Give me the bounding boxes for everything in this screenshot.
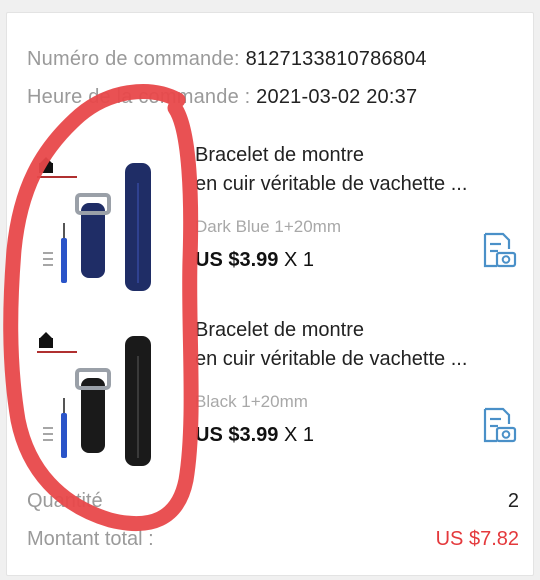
price-value: US $3.99 bbox=[195, 249, 279, 271]
product-image[interactable] bbox=[37, 143, 202, 293]
genuine-leather-logo bbox=[37, 332, 77, 353]
genuine-leather-logo bbox=[37, 157, 77, 178]
product-variant: Black 1+20mm bbox=[195, 392, 308, 411]
total-row: Montant total : US $7.82 bbox=[27, 528, 519, 552]
product-image[interactable] bbox=[37, 318, 202, 468]
product-title[interactable]: Bracelet de montre en cuir véritable de … bbox=[195, 141, 467, 199]
order-card: Numéro de commande: 8127133810786804 Heu… bbox=[6, 12, 534, 576]
order-time-value: 2021-03-02 20:37 bbox=[256, 86, 418, 108]
product-price: US $3.99 X 1 bbox=[195, 424, 314, 447]
screwdriver-icon bbox=[43, 398, 67, 458]
total-value: US $7.82 bbox=[435, 528, 519, 550]
product-variant: Dark Blue 1+20mm bbox=[195, 217, 341, 236]
product-item[interactable]: Bracelet de montre en cuir véritable de … bbox=[7, 308, 533, 478]
price-value: US $3.99 bbox=[195, 424, 279, 446]
snapshot-button[interactable] bbox=[481, 406, 517, 444]
order-time-label: Heure de la commande : bbox=[27, 86, 251, 108]
order-number-label: Numéro de commande: bbox=[27, 48, 240, 70]
watch-strap-short bbox=[75, 368, 111, 453]
quantity-value: X 1 bbox=[283, 249, 314, 271]
quantity-label: Quantité bbox=[27, 490, 103, 512]
order-number-row: Numéro de commande: 8127133810786804 bbox=[27, 48, 427, 71]
watch-strap-short bbox=[75, 193, 111, 278]
screwdriver-icon bbox=[43, 223, 67, 283]
quantity-value: X 1 bbox=[283, 424, 314, 446]
order-time-row: Heure de la commande : 2021-03-02 20:37 bbox=[27, 86, 417, 109]
product-item[interactable]: Bracelet de montre en cuir véritable de … bbox=[7, 133, 533, 303]
quantity-total-value: 2 bbox=[507, 490, 519, 512]
snapshot-button[interactable] bbox=[481, 231, 517, 269]
watch-strap-long bbox=[125, 336, 151, 466]
quantity-row: Quantité 2 bbox=[27, 490, 519, 514]
product-title[interactable]: Bracelet de montre en cuir véritable de … bbox=[195, 316, 467, 374]
order-number-value: 8127133810786804 bbox=[245, 48, 427, 70]
total-label: Montant total : bbox=[27, 528, 154, 550]
watch-strap-long bbox=[125, 163, 151, 291]
snapshot-icon bbox=[483, 407, 517, 443]
snapshot-icon bbox=[483, 232, 517, 268]
product-price: US $3.99 X 1 bbox=[195, 249, 314, 272]
